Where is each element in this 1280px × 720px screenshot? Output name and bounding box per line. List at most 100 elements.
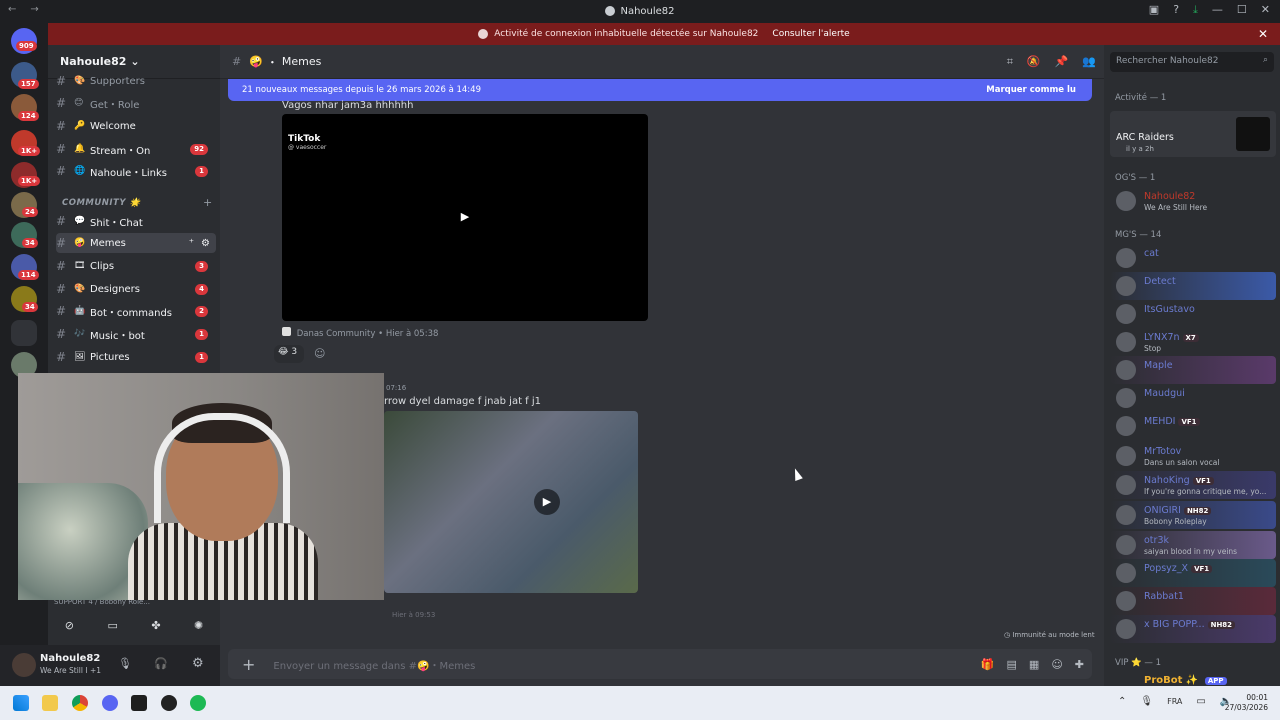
obs-icon[interactable]	[161, 695, 177, 711]
member-item[interactable]: x BIG POPP... NH82	[1110, 615, 1276, 643]
member-item[interactable]: otr3k saiyan blood in my veins	[1110, 531, 1276, 559]
chevron-up-icon[interactable]: ⌃	[1118, 696, 1126, 707]
channel-item[interactable]: # 🎶 Music・bot 1	[56, 324, 216, 344]
system-tray: ⌃ 🎙 FRA ▭ 🔈	[1118, 696, 1232, 707]
microphone-icon[interactable]: 🎙	[118, 657, 132, 670]
member-item[interactable]: Rabbat1	[1110, 587, 1276, 615]
member-item[interactable]: Maudgui	[1110, 384, 1276, 412]
member-item[interactable]: MEHDI VF1	[1110, 412, 1276, 440]
channel-item[interactable]: # 🎨 Designers 4	[56, 279, 216, 299]
app-icon[interactable]	[131, 695, 147, 711]
add-reaction-icon[interactable]: ☺	[314, 347, 325, 360]
forwarded-source[interactable]: Danas Community • Hier à 05:38	[282, 327, 438, 339]
member-item[interactable]: LYNX7n X7 Stop	[1110, 328, 1276, 356]
member-item[interactable]: ItsGustavo	[1110, 300, 1276, 328]
search-input[interactable]: Rechercher Nahoule82 ⌕	[1110, 52, 1274, 72]
gear-icon[interactable]: ⚙	[192, 656, 204, 671]
back-arrow-icon[interactable]: ←	[8, 4, 16, 15]
channel-item[interactable]: # 🎨 Supporters	[56, 71, 216, 91]
close-icon[interactable]: ✕	[1258, 27, 1268, 41]
monitor-icon[interactable]: ▭	[1196, 696, 1205, 707]
unread-badge: 34	[22, 302, 38, 312]
gear-icon[interactable]: ⚙	[201, 238, 210, 249]
member-item[interactable]: Popsyz_X VF1	[1110, 559, 1276, 587]
microphone-icon[interactable]: 🎙	[1140, 696, 1153, 707]
download-icon[interactable]: ⤓	[1193, 3, 1198, 17]
channel-label: Supporters	[90, 75, 146, 87]
file-explorer-icon[interactable]	[42, 695, 58, 711]
clip-video-embed[interactable]: ▶	[384, 411, 638, 593]
avatar	[1116, 505, 1136, 525]
member-item[interactable]: Nahoule82 We Are Still Here	[1110, 187, 1276, 215]
add-channel-icon[interactable]: +	[203, 196, 212, 209]
reaction[interactable]: 😂 3	[274, 345, 304, 363]
unread-badge: 24	[22, 207, 38, 217]
discord-icon[interactable]	[102, 695, 118, 711]
activity-card[interactable]: ARC Raiders il y a 2h	[1110, 111, 1276, 157]
play-icon[interactable]: ▶	[534, 489, 560, 515]
folder-icon[interactable]	[11, 320, 37, 346]
message-composer[interactable]: + Envoyer un message dans #🤪・Memes 🎁 ▤ ▦…	[228, 649, 1092, 679]
member-item[interactable]: NahoKing VF1 If you're gonna critique me, …	[1110, 471, 1276, 499]
gift-icon[interactable]: 🎁	[981, 658, 995, 671]
unread-badge: 909	[16, 41, 37, 51]
channel-label: Stream・On	[90, 145, 151, 157]
channel-item[interactable]: # 🌐 Nahoule・Links 1	[56, 161, 216, 181]
channel-label: Shit・Chat	[90, 217, 143, 229]
member-item[interactable]: Detect	[1110, 272, 1276, 300]
member-item[interactable]: cat	[1110, 244, 1276, 272]
category-header[interactable]: COMMUNITY 🌟	[62, 198, 141, 208]
soundboard-icon[interactable]: ✺	[194, 619, 203, 632]
threads-icon[interactable]: ⌗	[1007, 55, 1013, 69]
forward-arrow-icon[interactable]: →	[30, 4, 38, 15]
channel-label: Designers	[90, 283, 140, 295]
channel-item[interactable]: # 🖼 Pictures 1	[56, 347, 216, 367]
channel-item[interactable]: # 😊 Get・Role	[56, 93, 216, 113]
chrome-icon[interactable]	[72, 695, 88, 711]
apps-icon[interactable]: ✚	[1075, 658, 1084, 671]
headphones-icon[interactable]: 🎧	[154, 657, 168, 670]
sticker-icon[interactable]: ▦	[1029, 658, 1039, 671]
camera-off-icon[interactable]: ⊘	[65, 619, 74, 632]
invite-icon[interactable]: ⁺	[189, 238, 194, 249]
member-item[interactable]: MrTotov Dans un salon vocal	[1110, 442, 1276, 470]
gif-icon[interactable]: ▤	[1007, 658, 1017, 671]
avatar	[1116, 446, 1136, 466]
close-icon[interactable]: ✕	[1261, 3, 1270, 17]
activities-icon[interactable]: ✤	[151, 619, 160, 632]
minimize-icon[interactable]: —	[1212, 3, 1223, 17]
language-indicator[interactable]: FRA	[1167, 697, 1182, 707]
play-icon[interactable]: ▶	[452, 204, 478, 230]
member-item[interactable]: Maple	[1110, 356, 1276, 384]
channel-item[interactable]: # 🔑 Welcome	[56, 116, 216, 136]
channel-label: Clips	[90, 260, 115, 272]
channel-item[interactable]: # 🤖 Bot・commands 2	[56, 301, 216, 321]
windows-start-icon[interactable]	[13, 695, 29, 711]
alert-action-button[interactable]: Consulter l'alerte	[772, 29, 849, 39]
channel-item-active[interactable]: # 🤪 Memes ⁺ ⚙	[56, 233, 216, 253]
mark-as-read-button[interactable]: Marquer comme lu	[986, 85, 1076, 95]
clock[interactable]: 00:01 27/03/2026	[1224, 693, 1268, 713]
pin-icon[interactable]: 📌	[1055, 55, 1069, 69]
help-icon[interactable]: ?	[1173, 3, 1179, 17]
maximize-icon[interactable]: ☐	[1237, 3, 1247, 17]
vip-member[interactable]: ProBot ✨ APP	[1144, 675, 1227, 686]
mg-header: MG'S — 14	[1115, 230, 1162, 240]
channel-item[interactable]: # 🔔 Stream・On 92	[56, 139, 216, 159]
new-messages-bar[interactable]: 21 nouveaux messages depuis le 26 mars 2…	[228, 79, 1092, 101]
screen-share-icon[interactable]: ▭	[107, 619, 117, 632]
inbox-icon[interactable]: ▣	[1149, 3, 1159, 17]
channel-item[interactable]: # 💬 Shit・Chat	[56, 211, 216, 231]
emoji-icon[interactable]: ☺	[1051, 658, 1062, 671]
tiktok-video-embed[interactable]: TikTok @ vaesoccer ▶	[282, 114, 648, 321]
attach-plus-icon[interactable]: +	[242, 655, 255, 674]
tiktok-logo: TikTok	[288, 134, 321, 144]
members-icon[interactable]: 👥	[1082, 55, 1096, 69]
laugh-emoji-icon: 😂	[278, 347, 289, 357]
channel-item[interactable]: # 🎞 Clips 3	[56, 256, 216, 276]
avatar[interactable]	[12, 653, 36, 677]
member-item[interactable]: ONIGIRI NH82 Bobony Roleplay	[1110, 501, 1276, 529]
notifications-off-icon[interactable]: 🔕	[1027, 55, 1041, 69]
unread-badge: 1K+	[18, 176, 41, 186]
spotify-icon[interactable]	[190, 695, 206, 711]
